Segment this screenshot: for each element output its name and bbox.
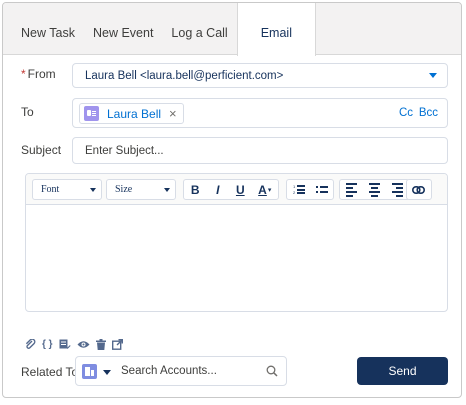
svg-text:2: 2 [293,190,296,195]
chevron-down-icon [90,188,96,192]
from-value: Laura Bell <laura.bell@perficient.com> [85,70,284,82]
account-icon [82,364,97,379]
object-picker-chevron-icon[interactable] [103,370,111,375]
delete-icon[interactable] [95,338,106,350]
numbered-list-icon[interactable]: 12 [287,180,310,199]
chevron-down-icon [429,73,437,78]
tab-new-event[interactable]: New Event [84,3,162,55]
align-left-icon[interactable] [340,180,363,199]
bold-button[interactable]: B [184,180,207,199]
tab-email[interactable]: Email [236,3,316,56]
merge-field-icon[interactable]: { } [42,338,53,350]
font-select[interactable]: Font [32,179,102,200]
template-icon[interactable] [59,338,71,350]
underline-button[interactable]: U [229,180,252,199]
size-select[interactable]: Size [106,179,176,200]
search-icon [266,365,278,377]
from-label: * From [21,67,56,81]
bulleted-list-icon[interactable] [310,180,333,199]
to-label: To [21,105,34,119]
attachment-icon[interactable] [25,338,36,350]
preview-icon[interactable] [77,338,90,350]
format-group: B I U A ▾ [183,179,279,200]
svg-text:1: 1 [293,184,296,189]
close-icon[interactable]: × [169,106,177,121]
email-body-editor[interactable]: Font Size B I U A ▾ 12 [25,173,448,312]
italic-button[interactable]: I [207,180,230,199]
contact-icon [84,106,99,121]
list-group: 12 [286,179,334,200]
cc-link[interactable]: Cc [399,107,413,119]
rich-text-toolbar: Font Size B I U A ▾ 12 [26,174,447,205]
bcc-link[interactable]: Bcc [419,107,438,119]
recipient-name: Laura Bell [107,106,162,121]
align-center-icon[interactable] [363,180,386,199]
chevron-down-icon [164,188,170,192]
tab-log-a-call[interactable]: Log a Call [162,3,236,55]
search-accounts-input[interactable] [121,362,261,380]
text-color-button[interactable]: A ▾ [252,180,278,199]
email-actions: { } [25,338,123,350]
recipient-pill[interactable]: Laura Bell × [79,103,184,124]
subject-input[interactable] [72,137,448,164]
to-field[interactable]: Laura Bell × Cc Bcc [72,98,448,128]
from-select[interactable]: Laura Bell <laura.bell@perficient.com> [72,63,448,88]
tab-new-task[interactable]: New Task [3,3,84,55]
align-group [339,179,410,200]
subject-label: Subject [21,143,62,157]
related-to-lookup[interactable] [75,356,287,386]
send-button[interactable]: Send [357,357,448,385]
email-composer-panel: New Task New Event Log a Call Email * Fro… [2,2,462,398]
link-group [406,179,432,200]
pop-out-icon[interactable] [111,338,123,350]
activity-tabs: New Task New Event Log a Call Email [3,3,461,56]
required-marker: * [21,67,26,81]
insert-link-icon[interactable] [407,180,430,199]
related-to-label: Related To [21,365,79,379]
